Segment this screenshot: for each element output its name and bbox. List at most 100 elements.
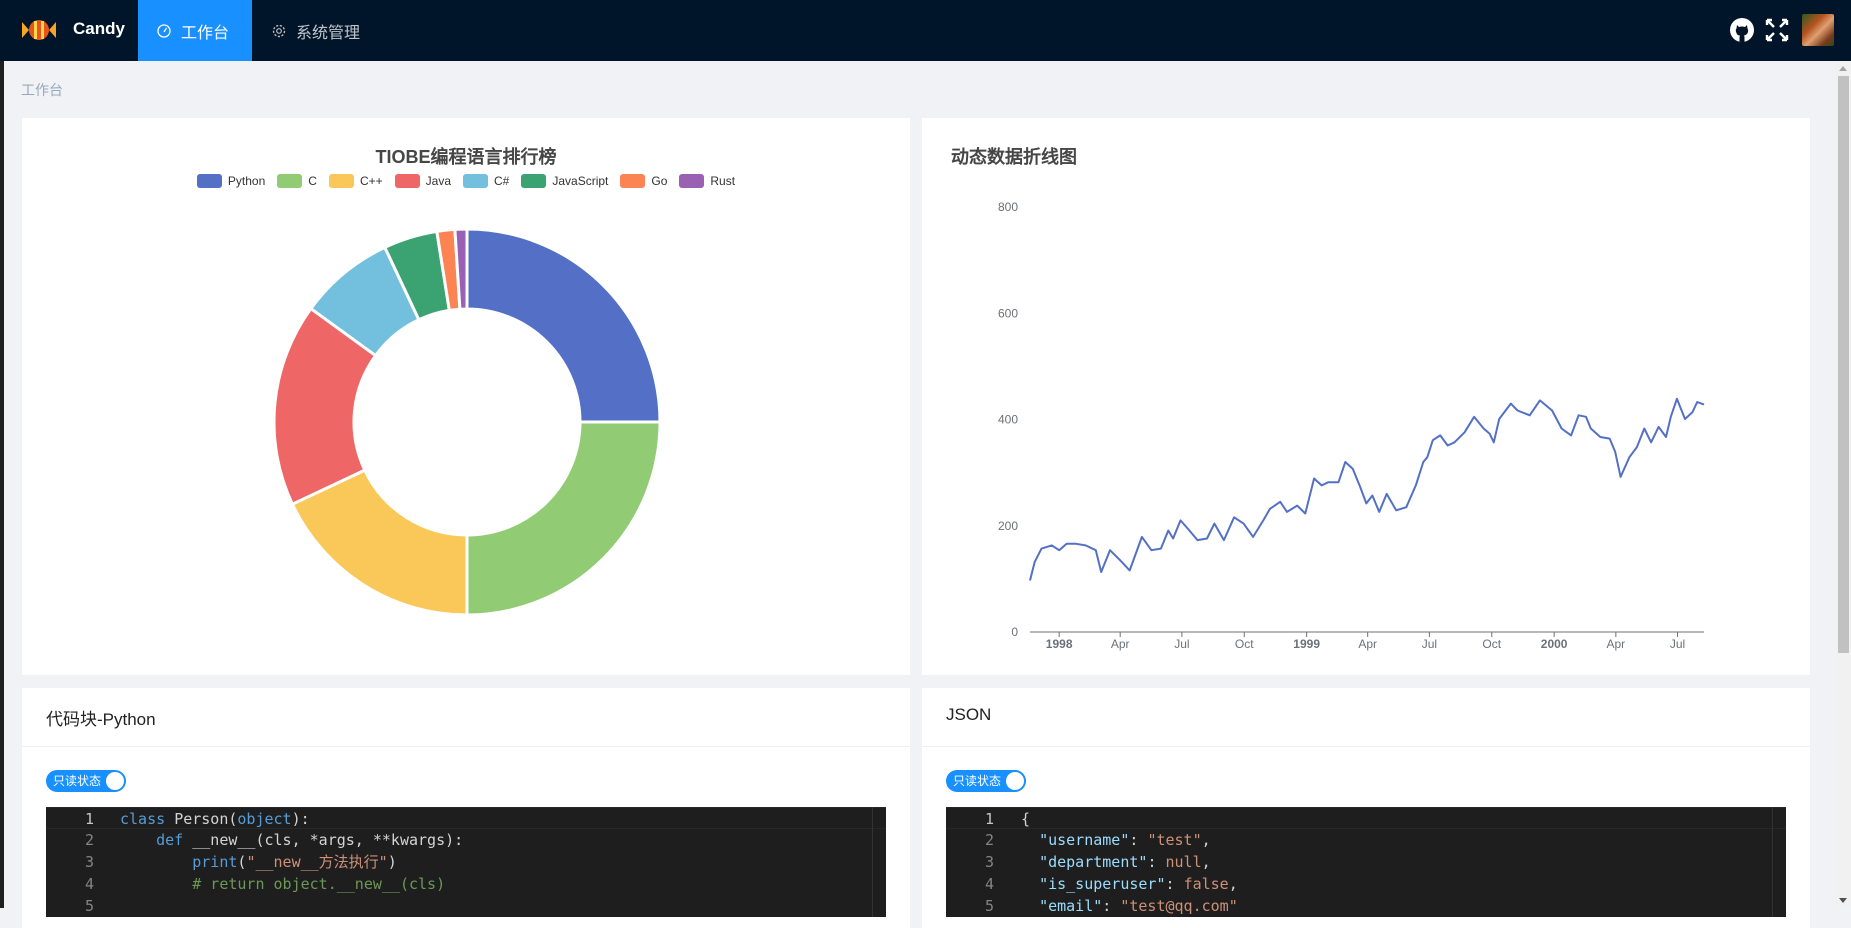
code-line: 1 class Person(object): [46,807,886,829]
line-number: 3 [84,853,94,871]
code-line: 4 # return object.__new__(cls) [46,873,886,895]
code-token: "username" [1039,831,1130,849]
code-token: # return object.__new__(cls) [192,875,446,893]
scroll-down-arrow[interactable] [1839,898,1847,903]
card-title: 代码块-Python [46,710,156,729]
tiobe-chart-card: TIOBE编程语言排行榜 Python C C++ Java C# JavaScript G… [22,118,910,675]
x-tick-label: 2000 [1541,637,1568,651]
editor-scrollbar-track[interactable] [872,807,873,917]
card-header: JSON [922,688,1810,747]
code-token: false [1183,875,1229,893]
code-token: "department" [1039,853,1148,871]
toggle-label: 只读状态 [953,774,1002,788]
window-edge [0,0,4,908]
json-code-card: JSON 只读状态 1{2 "username": "test", 3 "depa… [922,688,1810,928]
x-tick-label: Jul [1422,637,1437,651]
code-text: print("__new__方法执行") [120,851,397,873]
scroll-up-arrow[interactable] [1839,66,1847,71]
code-token: , [1228,875,1238,893]
code-token: : [1147,853,1166,871]
x-tick-label: Apr [1607,637,1626,651]
gear-icon [272,24,286,37]
code-token: null [1165,853,1202,871]
line-number: 5 [984,897,994,915]
card-title: JSON [946,705,992,724]
y-tick-label: 200 [998,519,1018,533]
avatar[interactable] [1802,14,1834,46]
top-navbar: Candy 工作台 系统管理 [0,0,1851,61]
code-token: : [1129,831,1148,849]
candy-logo-icon [22,20,56,40]
line-number: 2 [84,831,94,849]
menu-item-system-management[interactable]: 系统管理 [252,0,380,61]
menu-item-dashboard[interactable]: 工作台 [138,0,252,61]
line-number: 4 [84,875,94,893]
toggle-knob [106,772,124,790]
json-code-editor[interactable]: 1{2 "username": "test", 3 "department": n… [946,807,1786,917]
code-line: 2 "username": "test", [946,829,1786,851]
dashboard-icon [157,23,171,38]
line-series [1029,397,1705,581]
code-text: def __new__(cls, *args, **kwargs): [120,829,463,851]
x-tick-label: Jul [1174,637,1189,651]
code-line: 5 [46,895,886,917]
code-line: 2 def __new__(cls, *args, **kwargs): [46,829,886,851]
y-tick-label: 800 [998,200,1018,214]
readonly-toggle[interactable]: 只读状态 [946,770,1026,792]
brand-name: Candy [73,19,125,38]
x-tick-label: 1999 [1293,637,1320,651]
x-tick-label: 1998 [1046,637,1073,651]
page-scrollbar[interactable] [1836,61,1851,908]
toggle-knob [1006,772,1024,790]
code-token: : [1165,875,1184,893]
code-token: class [120,810,175,828]
y-tick-label: 0 [1011,625,1018,639]
code-token: "is_superuser" [1039,875,1166,893]
x-tick-label: Apr [1111,637,1130,651]
line-number: 5 [84,897,94,915]
line-number: 1 [84,810,94,828]
x-tick-label: Oct [1235,637,1254,651]
code-text: "is_superuser": false, [1021,873,1238,895]
code-token: "test@qq.com" [1120,897,1238,915]
x-tick-label: Oct [1482,637,1501,651]
code-line: 1{ [946,807,1786,829]
readonly-toggle[interactable]: 只读状态 [46,770,126,792]
code-line: 3 print("__new__方法执行") [46,851,886,873]
code-token: , [1201,853,1211,871]
code-text: "username": "test", [1021,829,1211,851]
code-line: 5 "email": "test@qq.com" [946,895,1786,917]
code-text: class Person(object): [120,808,310,830]
line-number: 4 [984,875,994,893]
pie-slice-python[interactable] [465,227,662,424]
scrollbar-thumb[interactable] [1838,76,1849,653]
line-number: 1 [984,810,994,828]
x-tick-label: Jul [1670,637,1685,651]
code-line: 3 "department": null, [946,851,1786,873]
fullscreen-icon[interactable] [1764,17,1790,43]
card-header: 代码块-Python [22,688,910,747]
code-line: 4 "is_superuser": false, [946,873,1786,895]
line-chart: 0 200 400 600 800 1998 Apr Jul Oct 1999 Apr Jul Oct 2… [998,200,1705,651]
donut-chart [272,227,662,617]
github-icon[interactable] [1729,17,1755,43]
code-token: ): [291,810,310,828]
code-token: def [156,831,193,849]
breadcrumb: 工作台 [21,82,63,98]
code-token: ) [387,853,397,871]
pie-slice-c[interactable] [465,420,662,617]
code-token: "test" [1147,831,1202,849]
code-text: "department": null, [1021,851,1211,873]
code-token: , [1201,831,1211,849]
python-code-editor[interactable]: 1 class Person(object): 2 def __new__(cls,… [46,807,886,917]
code-token: "email" [1039,897,1103,915]
editor-scrollbar-track[interactable] [1772,807,1773,917]
code-token: "__new__方法执行" [246,853,388,871]
line-number: 3 [984,853,994,871]
